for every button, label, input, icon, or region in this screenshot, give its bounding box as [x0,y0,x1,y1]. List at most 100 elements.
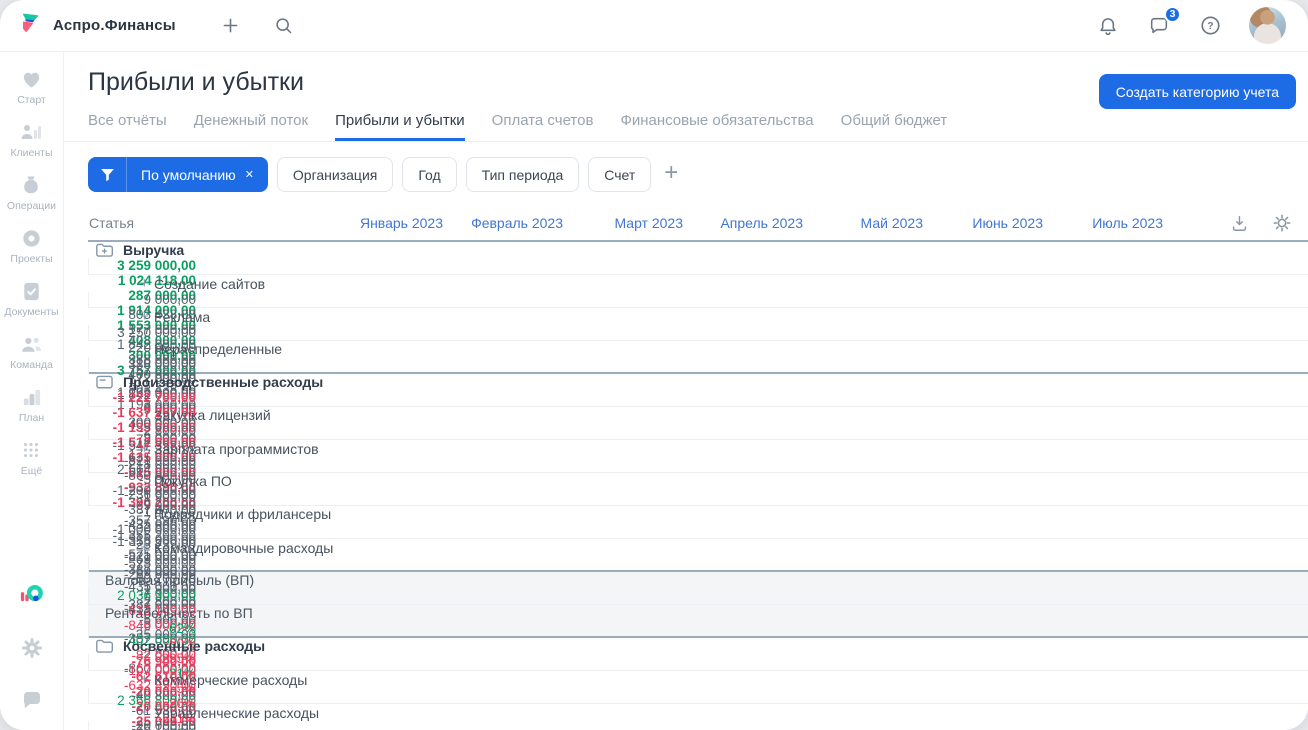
tab-2[interactable]: Прибыли и убытки [335,112,465,141]
cell-value: -36 100,00 [88,721,208,730]
app-title: Аспро.Финансы [53,17,176,34]
folder-icon[interactable] [95,638,114,654]
sidebar-item-label: Команда [10,359,53,371]
table-row-4[interactable]: Производственные расходы-1 222 700,00 -1 … [88,374,1308,510]
table-row-6[interactable]: +Зарплата программистов-218 000,00-5 000… [88,440,1308,577]
main-content: Прибыли и убытки Все отчёты Денежный пот… [64,52,1308,730]
column-header-month-1[interactable]: Февраль 2023 [455,206,575,240]
row-label: Закупка лицензий [154,407,271,423]
row-label: Создание сайтов [154,275,266,292]
table-row-8[interactable]: Подрядчики и фрилансеры-1 000 000,00-23 … [88,506,1308,642]
sidebar-item-clients[interactable]: Клиенты [4,119,58,159]
folder-open-icon[interactable] [95,374,114,390]
expand-plus-icon[interactable]: + [140,671,154,688]
table-settings-gear-icon[interactable] [1270,211,1294,235]
folder-plus-icon[interactable] [95,242,114,258]
cell-value: 388 000,00 [88,357,208,372]
tab-5[interactable]: Общий бюджет [841,112,948,141]
column-header-month-0[interactable]: Январь 2023 [335,206,455,240]
table-row-3[interactable]: Нераспределенные388 000,00177 000,001 84… [88,341,1308,477]
clients-icon [19,119,43,145]
operations-icon [19,172,43,198]
row-label: Покупка ПО [154,473,232,489]
expand-plus-icon[interactable]: + [140,308,154,325]
column-header-article: Статья [89,215,135,231]
create-category-button[interactable]: Создать категорию учета [1098,74,1296,109]
tab-0[interactable]: Все отчёты [88,112,167,141]
tab-3[interactable]: Оплата счетов [492,112,594,141]
more-icon [20,437,42,463]
expand-plus-icon[interactable]: + [140,275,154,292]
create-plus-button[interactable] [218,13,243,38]
table-row-1[interactable]: +Создание сайтов9 000,00803 438,00177 00… [88,275,1308,412]
tab-1[interactable]: Денежный поток [194,112,308,141]
column-header-month-6[interactable]: Июль 2023 [1055,206,1175,240]
column-header-month-4[interactable]: Май 2023 [815,206,935,240]
row-label: Производственные расходы [123,374,324,390]
active-filter-button[interactable]: По умолчанию ✕ [88,157,268,192]
support-chat-icon[interactable] [18,686,46,714]
row-label: Выручка [123,242,185,258]
filter-chip-0[interactable]: Организация [276,157,394,192]
cell-value: -1 000 000,00 [88,522,208,537]
table-row-9[interactable]: +Командировочные расходы-575 000,00-60 2… [88,539,1308,676]
sidebar-item-documents[interactable]: Документы [4,278,59,318]
table-row-12[interactable]: Косвенные расходы-76 900,00-62 610,00-20… [88,638,1308,730]
sidebar-item-label: Документы [4,306,59,318]
expand-plus-icon[interactable]: + [140,539,154,556]
cell-value: -76 900,00 [88,654,208,669]
cell-value: -1 900,00 [88,489,208,504]
table-row-2[interactable]: +Реклама3 250 000,00220 680,00110 000,00… [88,308,1308,445]
cell-value: -2 800,00 [88,423,208,438]
table-row-7[interactable]: Покупка ПО-1 900,00-1 470,00-2 800,00-1 … [88,473,1308,609]
help-icon[interactable]: ? [1197,12,1224,39]
documents-icon [20,278,43,304]
filter-chip-1[interactable]: Год [402,157,457,192]
notifications-bell-icon[interactable] [1095,13,1121,39]
filter-chip-2[interactable]: Тип периода [465,157,580,192]
cell-value: 9 000,00 [88,292,208,307]
remove-filter-icon[interactable]: ✕ [245,168,254,181]
table-row-14[interactable]: +Управленческие расходы-36 100,00-1 080,… [88,704,1308,730]
funnel-icon[interactable] [88,157,127,192]
expand-plus-icon[interactable]: + [140,704,154,721]
cell-value: -1 222 700,00 [88,390,208,405]
table-row-10[interactable]: Валовая прибыль (ВП)2 036 300,00-613 149… [88,572,1308,708]
row-label: Реклама [154,308,211,325]
sidebar-item-operations[interactable]: Операции [4,172,58,212]
aspro-cloud-logo-icon[interactable] [16,579,47,610]
app-window: Аспро.Финансы 3 ? Старт Клиенты Операции… [0,0,1308,730]
tab-4[interactable]: Финансовые обязательства [620,112,813,141]
column-header-month-2[interactable]: Март 2023 [575,206,695,240]
sidebar-item-label: Старт [17,94,46,106]
table-row-13[interactable]: +Коммерческие расходы-40 800,00-61 530,0… [88,671,1308,730]
settings-gear-icon[interactable] [18,634,46,662]
sidebar-item-projects[interactable]: Проекты [4,225,58,265]
table-row-5[interactable]: Закупка лицензий-2 800,00-1 547 358,00-8… [88,407,1308,543]
row-label: Рентабельность по ВП [105,605,253,621]
column-header-month-5[interactable]: Июнь 2023 [935,206,1055,240]
expand-plus-icon[interactable]: + [140,440,154,457]
table-row-0[interactable]: Выручка3 259 000,001 024 118,00287 000,0… [88,242,1308,378]
sidebar-item-heart[interactable]: Старт [4,66,58,106]
row-label: Косвенные расходы [123,638,266,654]
sidebar-item-plan[interactable]: План [4,384,58,424]
sidebar-item-team[interactable]: Команда [4,331,58,371]
user-avatar[interactable] [1249,7,1286,44]
sidebar-item-more[interactable]: Ещё [4,437,58,477]
cell-value: -218 000,00 [88,457,208,472]
brand[interactable]: Аспро.Финансы [18,11,176,41]
projects-icon [20,225,43,251]
page-title: Прибыли и убытки [88,68,304,96]
row-label: Нераспределенные [154,341,283,357]
row-label: Валовая прибыль (ВП) [105,572,255,588]
row-label: Подрядчики и фрилансеры [154,506,332,522]
table-row-11[interactable]: Рентабельность по ВП62%-60%-295%21%-5%-2… [88,605,1308,730]
download-icon[interactable] [1228,212,1251,235]
filter-chip-3[interactable]: Счет [588,157,652,192]
plan-icon [20,384,43,410]
search-icon[interactable] [271,13,296,38]
cell-value: 3 259 000,00 [88,258,208,273]
column-header-month-3[interactable]: Апрель 2023 [695,206,815,240]
add-filter-button[interactable]: + [660,161,682,188]
